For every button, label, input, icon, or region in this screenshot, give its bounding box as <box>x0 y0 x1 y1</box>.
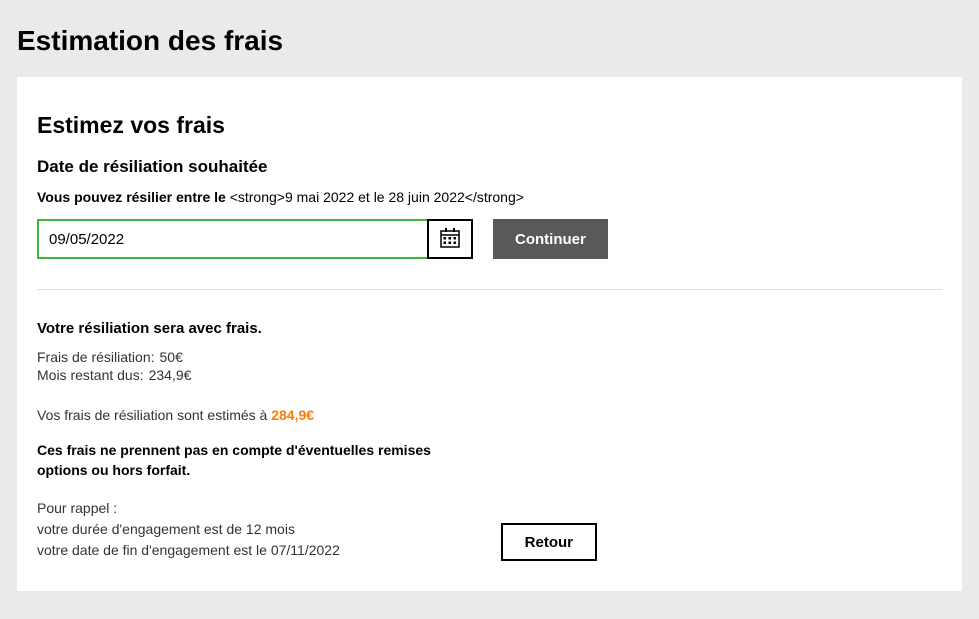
breakdown-value: 234,9€ <box>149 367 192 383</box>
estimate-line: Vos frais de résiliation sont estimés à … <box>37 407 942 423</box>
breakdown-row: Frais de résiliation: 50€ <box>37 349 942 365</box>
breakdown-row: Mois restant dus: 234,9€ <box>37 367 942 383</box>
return-button[interactable]: Retour <box>501 523 597 561</box>
date-input-wrap <box>37 219 473 259</box>
reminder-line: votre durée d'engagement est de 12 mois <box>37 519 340 540</box>
reminder-block: Pour rappel : votre durée d'engagement e… <box>37 498 340 561</box>
disclaimer: Ces frais ne prennent pas en compte d'év… <box>37 441 437 480</box>
breakdown-label: Mois restant dus: <box>37 367 144 383</box>
reminder-line: votre date de fin d'engagement est le 07… <box>37 540 340 561</box>
calendar-icon <box>440 228 460 251</box>
date-section-label: Date de résiliation souhaitée <box>37 157 942 177</box>
calendar-button[interactable] <box>427 219 473 259</box>
footer-row: Pour rappel : votre durée d'engagement e… <box>37 498 597 561</box>
card-title: Estimez vos frais <box>37 112 942 139</box>
page-title: Estimation des frais <box>0 0 979 77</box>
continue-button[interactable]: Continuer <box>493 219 608 259</box>
termination-date-input[interactable] <box>37 219 427 259</box>
estimate-prefix: Vos frais de résiliation sont estimés à <box>37 407 271 423</box>
divider <box>37 289 942 290</box>
date-range-info: Vous pouvez résilier entre le <strong>9 … <box>37 189 942 205</box>
estimate-amount: 284,9€ <box>271 407 314 423</box>
breakdown-value: 50€ <box>160 349 183 365</box>
estimation-card: Estimez vos frais Date de résiliation so… <box>17 77 962 591</box>
date-range-raw: <strong>9 mai 2022 et le 28 juin 2022</s… <box>230 189 524 205</box>
reminder-intro: Pour rappel : <box>37 498 340 519</box>
date-input-row: Continuer <box>37 219 942 259</box>
date-range-prefix: Vous pouvez résilier entre le <box>37 189 230 205</box>
breakdown: Frais de résiliation: 50€ Mois restant d… <box>37 349 942 383</box>
result-heading: Votre résiliation sera avec frais. <box>37 320 942 337</box>
breakdown-label: Frais de résiliation: <box>37 349 155 365</box>
